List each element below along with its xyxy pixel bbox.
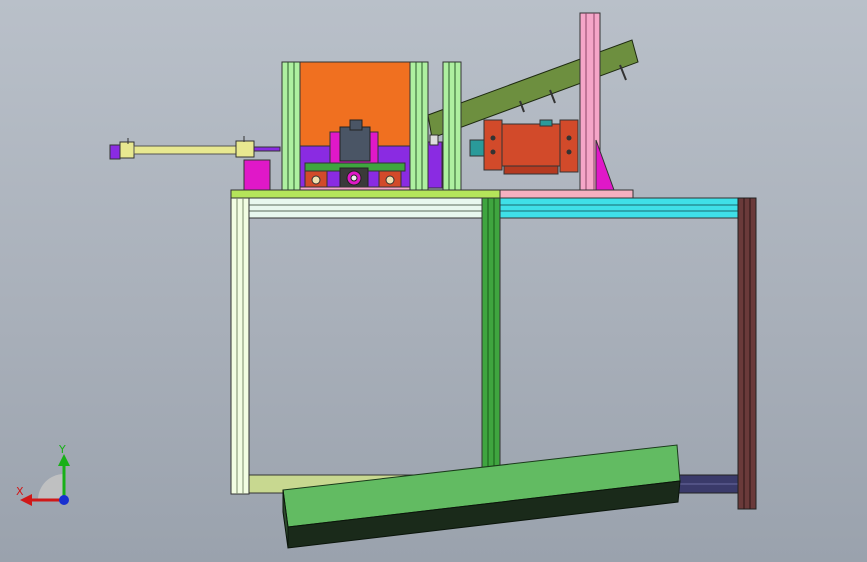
cad-viewport[interactable]: X Y: [0, 0, 867, 562]
frame-leg-right[interactable]: [737, 197, 757, 510]
motor-cylinder[interactable]: [469, 119, 579, 175]
cad-model-scene[interactable]: [0, 0, 867, 562]
post-bracket[interactable]: [595, 139, 615, 191]
z-axis-dot: [59, 495, 69, 505]
frame-leg-middle[interactable]: [481, 197, 501, 495]
coordinate-triad: [20, 454, 70, 506]
y-axis-label: Y: [59, 443, 66, 456]
x-axis-label: X: [16, 485, 24, 498]
pneumatic-cylinder[interactable]: [109, 136, 281, 160]
base-plate-right[interactable]: [499, 189, 634, 199]
frame-leg-left[interactable]: [230, 197, 250, 495]
roller-assembly[interactable]: [294, 162, 416, 193]
top-plate[interactable]: [230, 189, 501, 199]
cylinder-mount[interactable]: [243, 159, 271, 191]
